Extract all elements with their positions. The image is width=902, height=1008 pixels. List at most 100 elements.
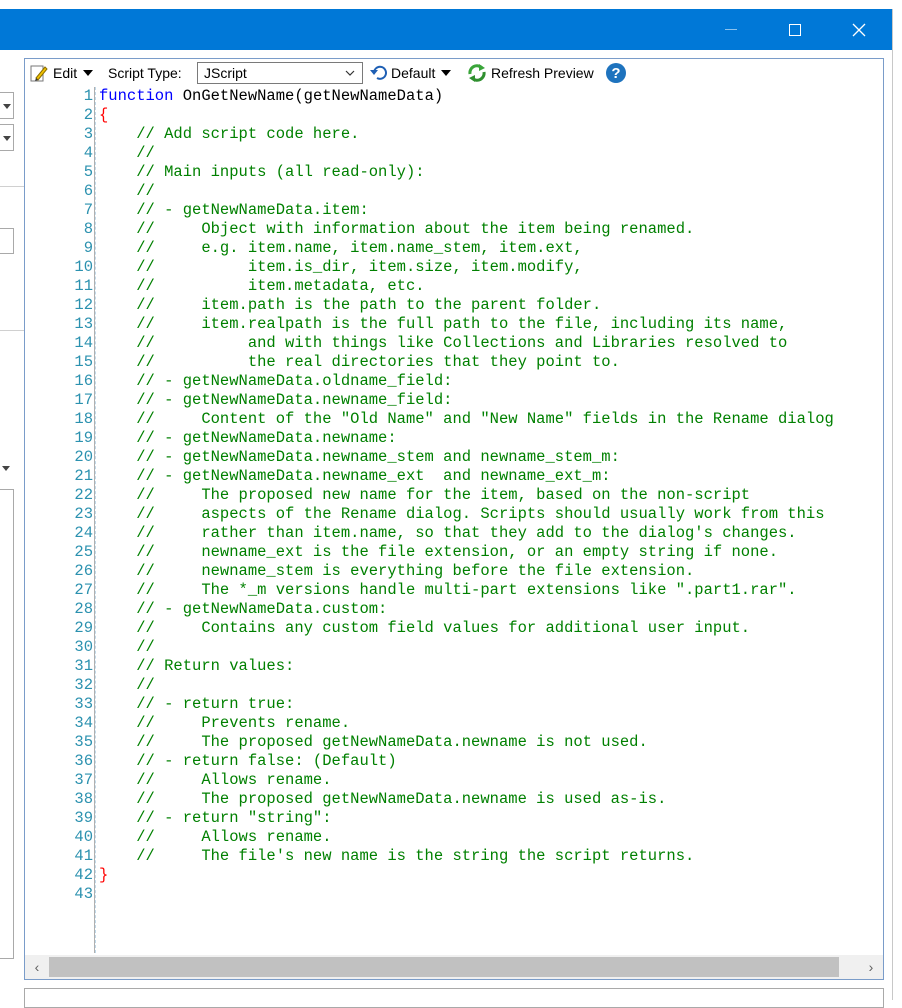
- code-text: // item.metadata, etc.: [99, 277, 425, 296]
- left-dropdown-2[interactable]: [0, 124, 14, 151]
- divider: [0, 186, 24, 187]
- close-icon: [852, 23, 866, 36]
- scrollbar-thumb[interactable]: [49, 957, 839, 977]
- chevron-down-icon: [3, 104, 11, 109]
- comment-text: //: [99, 144, 155, 162]
- code-text: //: [99, 182, 155, 201]
- help-icon: ?: [606, 63, 626, 83]
- expand-arrow-icon[interactable]: [2, 466, 10, 471]
- function-signature: OnGetNewName(getNewNameData): [173, 87, 444, 105]
- window-border: [892, 9, 893, 1000]
- left-dropdown-1[interactable]: [0, 92, 14, 119]
- line-number: 41: [74, 847, 93, 865]
- title-bar: [0, 9, 893, 50]
- pencil-edit-icon: [30, 65, 48, 82]
- comment-text: // item.metadata, etc.: [99, 277, 425, 295]
- left-list-panel: [0, 489, 14, 959]
- line-number: 2: [83, 106, 93, 124]
- line-number: 22: [74, 486, 93, 504]
- line-number: 23: [74, 505, 93, 523]
- line-number: 31: [74, 657, 93, 675]
- chevron-right-icon: ›: [868, 959, 874, 975]
- comment-text: // newname_stem is everything before the…: [99, 562, 695, 580]
- comment-text: // - getNewNameData.oldname_field:: [99, 372, 453, 390]
- line-number: 1: [83, 87, 93, 105]
- line-number: 7: [83, 201, 93, 219]
- code-text: // e.g. item.name, item.name_stem, item.…: [99, 239, 582, 258]
- code-text: }: [99, 866, 108, 885]
- minimize-icon: [725, 29, 737, 30]
- code-text: //: [99, 676, 155, 695]
- line-number: 29: [74, 619, 93, 637]
- code-text: // - return "string":: [99, 809, 331, 828]
- help-button[interactable]: ?: [606, 59, 626, 87]
- edit-menu-button[interactable]: Edit: [29, 59, 94, 87]
- code-text: // Allows rename.: [99, 828, 332, 847]
- line-number: 20: [74, 448, 93, 466]
- line-number: 11: [74, 277, 93, 295]
- code-text: // Content of the "Old Name" and "New Na…: [99, 410, 834, 429]
- scroll-left-button[interactable]: ‹: [25, 955, 49, 979]
- comment-text: // - getNewNameData.item:: [99, 201, 369, 219]
- code-text: // The *_m versions handle multi-part ex…: [99, 581, 796, 600]
- line-number: 13: [74, 315, 93, 333]
- code-editor[interactable]: 1 function OnGetNewName(getNewNameData) 2 {…: [25, 87, 883, 953]
- code-text: // The file's new name is the string the…: [99, 847, 694, 866]
- code-text: // item.is_dir, item.size, item.modify,: [99, 258, 582, 277]
- comment-text: // The proposed new name for the item, b…: [99, 486, 751, 504]
- chevron-down-icon: [83, 70, 94, 76]
- line-number: 5: [83, 163, 93, 181]
- comment-text: // The proposed getNewNameData.newname i…: [99, 733, 648, 751]
- chevron-down-icon: [3, 136, 11, 141]
- code-text: // Main inputs (all read-only):: [99, 163, 425, 182]
- scroll-right-button[interactable]: ›: [859, 955, 883, 979]
- line-number: 21: [74, 467, 93, 485]
- line-number: 17: [74, 391, 93, 409]
- line-number: 25: [74, 543, 93, 561]
- script-type-select[interactable]: JScript: [197, 62, 363, 84]
- left-panel: [0, 50, 24, 1000]
- code-text: {: [99, 106, 108, 125]
- comment-text: // rather than item.name, so that they a…: [99, 524, 797, 542]
- code-text: function OnGetNewName(getNewNameData): [99, 87, 443, 106]
- line-number: 27: [74, 581, 93, 599]
- script-type-label: Script Type:: [108, 65, 182, 81]
- line-number: 37: [74, 771, 93, 789]
- comment-text: // Main inputs (all read-only):: [99, 163, 425, 181]
- code-text: // - getNewNameData.newname_stem and new…: [99, 448, 620, 467]
- refresh-preview-button[interactable]: Refresh Preview: [466, 59, 594, 87]
- line-number: 33: [74, 695, 93, 713]
- code-text: // - getNewNameData.newname_field:: [99, 391, 452, 410]
- default-menu-button[interactable]: Default: [369, 59, 452, 87]
- left-field[interactable]: [0, 228, 14, 254]
- comment-text: //: [99, 676, 155, 694]
- line-number: 16: [74, 372, 93, 390]
- line-number: 19: [74, 429, 93, 447]
- code-text: // aspects of the Rename dialog. Scripts…: [99, 505, 825, 524]
- line-number: 18: [74, 410, 93, 428]
- chevron-left-icon: ‹: [34, 959, 40, 975]
- window-edge: [893, 9, 902, 1000]
- comment-text: // Allows rename.: [99, 828, 332, 846]
- horizontal-scrollbar[interactable]: ‹ ›: [25, 955, 883, 979]
- code-text: // - getNewNameData.newname:: [99, 429, 396, 448]
- code-text: // and with things like Collections and …: [99, 334, 787, 353]
- code-text: // item.realpath is the full path to the…: [99, 315, 787, 334]
- close-button[interactable]: [836, 9, 882, 50]
- code-text: // Object with information about the ite…: [99, 220, 694, 239]
- fold-guide: [95, 87, 96, 953]
- code-text: //: [99, 638, 155, 657]
- refresh-label: Refresh Preview: [491, 65, 594, 81]
- comment-text: //: [99, 182, 155, 200]
- line-number: 38: [74, 790, 93, 808]
- line-number: 39: [74, 809, 93, 827]
- line-number: 30: [74, 638, 93, 656]
- maximize-button[interactable]: [772, 9, 818, 50]
- code-text: // The proposed new name for the item, b…: [99, 486, 750, 505]
- minimize-button[interactable]: [708, 9, 754, 50]
- code-text: // rather than item.name, so that they a…: [99, 524, 797, 543]
- comment-text: // aspects of the Rename dialog. Scripts…: [99, 505, 825, 523]
- code-text: // the real directories that they point …: [99, 353, 620, 372]
- line-number: 4: [83, 144, 93, 162]
- line-number: 12: [74, 296, 93, 314]
